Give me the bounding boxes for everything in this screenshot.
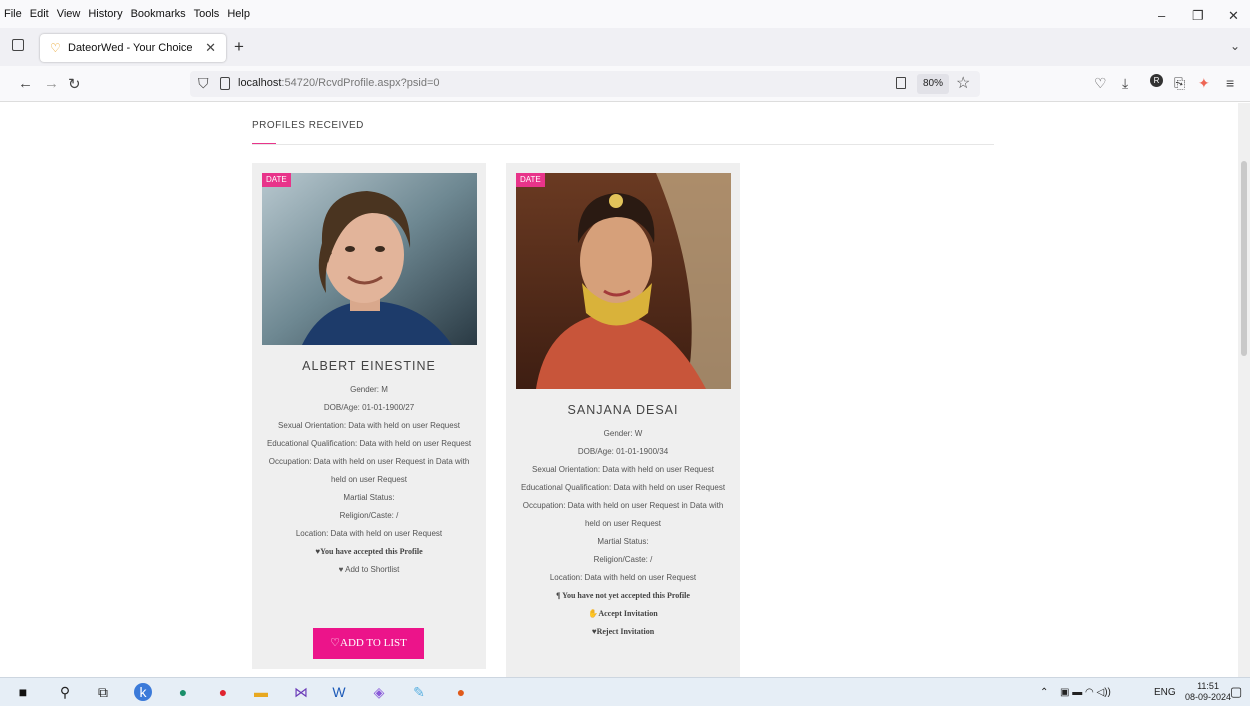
menu-bar: File Edit View History Bookmarks Tools H… (0, 0, 1250, 28)
zoom-level[interactable]: 80% (917, 74, 950, 94)
orientation: Sexual Orientation: Data with held on us… (532, 465, 714, 474)
dob-age: DOB/Age: 01-01-1900/27 (323, 403, 415, 412)
menu-file[interactable]: File (4, 8, 22, 20)
tab-title: DateorWed - Your Choice (68, 42, 193, 54)
restore-icon[interactable]: ❐ (1192, 8, 1204, 24)
nav-bar: ← → ↻ ⛉ localhost:54720/RcvdProfile.aspx… (0, 66, 1250, 102)
url-host: localhost (238, 77, 282, 89)
accept-invitation-link[interactable]: ✋Accept Invitation (518, 605, 728, 623)
location: Location: Data with held on user Request (295, 529, 443, 538)
search-icon[interactable]: ⚲ (56, 683, 74, 701)
language-indicator[interactable]: ENG (1154, 687, 1176, 698)
shield-icon[interactable]: ⛉ (198, 75, 209, 92)
close-tab-icon[interactable]: ✕ (205, 40, 216, 56)
extensions-icon[interactable]: ⎘ (1174, 75, 1185, 92)
menu-edit[interactable]: Edit (30, 8, 49, 20)
religion: Religion/Caste: / (593, 555, 653, 564)
not-accepted-status: ¶ You have not yet accepted this Profile (556, 591, 690, 600)
url-text[interactable]: localhost:54720/RcvdProfile.aspx?psid=0 (238, 77, 440, 89)
orientation: Sexual Orientation: Data with held on us… (278, 421, 460, 430)
occupation: Occupation: Data with held on user Reque… (522, 501, 724, 528)
scrollbar-thumb[interactable] (1241, 161, 1247, 356)
tray-icons[interactable]: ▣ ▬ ◠ ◁)) (1060, 687, 1111, 698)
profile-details: Gender: M DOB/Age: 01-01-1900/27 Sexual … (264, 381, 474, 579)
word-icon[interactable]: W (330, 683, 348, 701)
clock[interactable]: 11:51 08-09-2024 (1185, 681, 1231, 703)
reload-icon[interactable]: ↻ (68, 75, 81, 93)
heading-divider (252, 144, 994, 145)
back-icon[interactable]: ← (18, 75, 33, 92)
profile-photo[interactable] (516, 173, 731, 389)
profile-photo[interactable] (262, 173, 477, 345)
url-path: :54720/RcvdProfile.aspx?psid=0 (281, 77, 440, 89)
forward-icon[interactable]: → (44, 75, 59, 92)
tab-active[interactable]: ♡ DateorWed - Your Choice ✕ (40, 34, 226, 62)
paint-icon[interactable]: ✎ (410, 683, 428, 701)
task-view-icon[interactable]: ⧉ (94, 683, 112, 701)
page-title: PROFILES RECEIVED (252, 120, 364, 131)
profile-icon[interactable]: R (1150, 74, 1163, 87)
new-tab-icon[interactable]: + (234, 37, 244, 57)
dob-age: DOB/Age: 01-01-1900/34 (577, 447, 669, 456)
favicon-icon: ♡ (50, 41, 61, 55)
profile-details: Gender: W DOB/Age: 01-01-1900/34 Sexual … (518, 425, 728, 641)
add-to-list-button[interactable]: ♡ADD TO LIST (313, 628, 424, 659)
notification-icon[interactable]: ▢ (1230, 684, 1242, 700)
accepted-status: ♥You have accepted this Profile (315, 547, 423, 556)
time: 11:51 (1197, 681, 1219, 691)
add-to-shortlist-link[interactable]: ♥ Add to Shortlist (264, 561, 474, 579)
marital-status: Martial Status: (343, 493, 395, 502)
menu-icon[interactable]: ≡ (1226, 75, 1234, 91)
taskbar: ■ ⚲ ⧉ k ● ● ▬ ⋈ W ◈ ✎ ● ⌃ ▣ ▬ ◠ ◁)) ENG … (0, 677, 1250, 706)
page-content: PROFILES RECEIVED DATE ALBERT EINESTINE … (0, 103, 1238, 677)
scrollbar[interactable] (1238, 103, 1250, 677)
menu-help[interactable]: Help (227, 8, 250, 20)
tab-list-icon[interactable] (12, 39, 24, 51)
date-badge: DATE (516, 173, 545, 187)
bookmark-star-icon[interactable]: ☆ (956, 73, 970, 93)
occupation: Occupation: Data with held on user Reque… (268, 457, 470, 484)
date-badge: DATE (262, 173, 291, 187)
tray-chevron-icon[interactable]: ⌃ (1040, 687, 1048, 698)
windows-start-icon[interactable]: ■ (14, 683, 32, 701)
menu-bookmarks[interactable]: Bookmarks (131, 8, 186, 20)
gender: Gender: M (350, 385, 388, 394)
menu-list: File Edit View History Bookmarks Tools H… (4, 8, 250, 20)
marital-status: Martial Status: (597, 537, 649, 546)
firefox-icon[interactable]: ● (452, 683, 470, 701)
education: Educational Qualification: Data with hel… (266, 439, 472, 448)
location: Location: Data with held on user Request (549, 573, 697, 582)
profile-name[interactable]: ALBERT EINESTINE (252, 359, 486, 373)
gender: Gender: W (603, 429, 643, 438)
vs-installer-icon[interactable]: ◈ (370, 683, 388, 701)
menu-history[interactable]: History (88, 8, 122, 20)
download-icon[interactable]: ⤓ (1122, 75, 1128, 92)
pocket-icon[interactable]: ♡ (1094, 75, 1107, 92)
handshake-icon: ✋ (588, 609, 599, 618)
opera-icon[interactable]: ● (214, 683, 232, 701)
visual-studio-icon[interactable]: ⋈ (292, 683, 310, 701)
accept-invitation-label: Accept Invitation (598, 609, 658, 618)
file-explorer-icon[interactable]: ▬ (252, 683, 270, 701)
address-bar[interactable]: ⛉ localhost:54720/RcvdProfile.aspx?psid=… (190, 71, 980, 97)
profile-card: DATE ALBERT EINESTINE Gender: M DOB/Age:… (252, 163, 486, 669)
religion: Religion/Caste: / (339, 511, 399, 520)
page-info-icon[interactable] (220, 77, 230, 90)
close-window-icon[interactable]: ✕ (1228, 8, 1239, 24)
menu-tools[interactable]: Tools (194, 8, 220, 20)
education: Educational Qualification: Data with hel… (520, 483, 726, 492)
tab-bar: ♡ DateorWed - Your Choice ✕ + ⌄ (0, 28, 1250, 66)
reject-invitation-link[interactable]: ♥Reject Invitation (518, 623, 728, 641)
profile-card: DATE SANJANA DESAI Gender: W DOB/Age: 01… (506, 163, 740, 677)
megaphone-icon[interactable]: ✦ (1198, 75, 1210, 92)
chevron-down-icon[interactable]: ⌄ (1230, 39, 1240, 53)
minimize-icon[interactable]: – (1158, 8, 1165, 23)
date: 08-09-2024 (1185, 692, 1232, 702)
app-k-icon[interactable]: k (134, 683, 152, 701)
menu-view[interactable]: View (57, 8, 81, 20)
profile-name[interactable]: SANJANA DESAI (506, 403, 740, 417)
reader-view-icon[interactable] (896, 77, 906, 89)
edge-icon[interactable]: ● (174, 683, 192, 701)
